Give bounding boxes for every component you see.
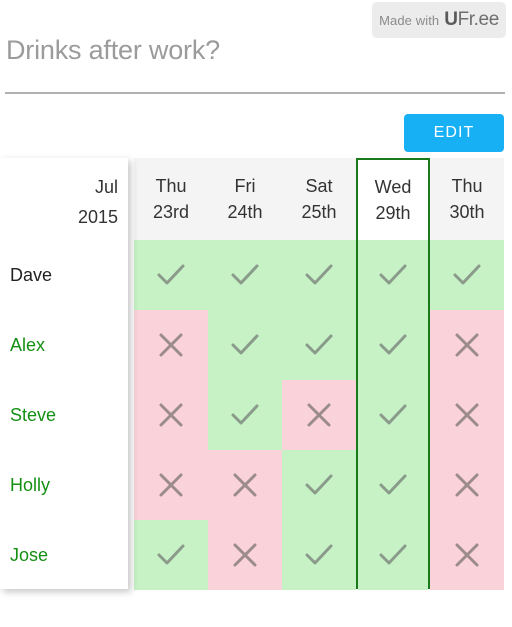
vote-cell-available[interactable]: [282, 450, 356, 520]
cross-icon: [454, 402, 480, 428]
check-icon: [230, 403, 260, 427]
cross-icon: [454, 542, 480, 568]
check-icon: [304, 473, 334, 497]
day-of-month-label: 24th: [227, 202, 263, 222]
day-of-week-label: Thu: [155, 176, 187, 196]
participant-name-cell: Alex: [10, 310, 122, 380]
corner-year: 2015: [77, 207, 118, 227]
check-icon: [378, 473, 408, 497]
participant-name-label: Dave: [10, 264, 53, 285]
check-icon: [304, 263, 334, 287]
day-of-week-label: Wed: [374, 177, 412, 197]
vote-cell-unavailable[interactable]: [134, 380, 208, 450]
day-of-week-label: Sat: [305, 176, 333, 196]
cross-icon: [306, 402, 332, 428]
participant-name-label: Alex: [10, 334, 46, 355]
corner-month: Jul: [94, 177, 118, 197]
day-of-month-label: 23rd: [152, 202, 190, 222]
check-icon: [230, 333, 260, 357]
day-column-cells: [430, 240, 504, 590]
day-column-cells: [134, 240, 208, 590]
check-icon: [378, 263, 408, 287]
vote-cell-unavailable[interactable]: [430, 310, 504, 380]
check-icon: [452, 263, 482, 287]
participant-name-cell: Dave: [10, 240, 122, 310]
vote-cell-available[interactable]: [430, 240, 504, 310]
participant-name-label: Jose: [10, 544, 49, 565]
check-icon: [304, 543, 334, 567]
vote-cell-available[interactable]: [208, 240, 282, 310]
vote-cell-available[interactable]: [358, 520, 428, 590]
edit-button[interactable]: EDIT: [404, 114, 504, 152]
vote-cell-available[interactable]: [282, 240, 356, 310]
participant-name-cell: Steve: [10, 380, 122, 450]
name-column: Jul 2015 Dave Alex Steve Holly Jose: [0, 158, 128, 589]
vote-cell-available[interactable]: [282, 520, 356, 590]
cross-icon: [454, 332, 480, 358]
check-icon: [378, 333, 408, 357]
check-icon: [230, 263, 260, 287]
vote-cell-available[interactable]: [208, 380, 282, 450]
participant-name-cell: Holly: [10, 450, 122, 520]
vote-cell-unavailable[interactable]: [208, 450, 282, 520]
day-column-cells: [208, 240, 282, 590]
day-of-month-label: 29th: [375, 203, 411, 223]
day-column-header[interactable]: Wed 29th: [356, 158, 430, 240]
participant-name-label: Steve: [10, 404, 57, 425]
day-of-month-label: 25th: [301, 202, 337, 222]
vote-cell-unavailable[interactable]: [208, 520, 282, 590]
vote-cell-available[interactable]: [358, 380, 428, 450]
corner-month-year-cell: Jul 2015: [78, 172, 118, 232]
check-icon: [156, 543, 186, 567]
vote-cell-available[interactable]: [358, 240, 428, 310]
vote-cell-unavailable[interactable]: [134, 450, 208, 520]
day-column-cells: [282, 240, 356, 590]
cross-icon: [454, 472, 480, 498]
day-of-month-label: 30th: [449, 202, 485, 222]
made-with-label: Made with: [379, 12, 440, 28]
ufree-brand-rest: Fr.ee: [457, 9, 500, 30]
ufree-brand-initial: U: [444, 9, 458, 30]
vote-cell-unavailable[interactable]: [282, 380, 356, 450]
ufree-brand-logo: UFr.ee: [444, 9, 499, 31]
check-icon: [156, 263, 186, 287]
participant-name-cell: Jose: [10, 520, 122, 590]
title-divider: [5, 92, 505, 94]
schedule-grid: Thu 23rd Fri 24th Sat 25th Wed 29th Thu 30th Jul …: [0, 158, 512, 590]
day-column-cells: [356, 240, 430, 590]
check-icon: [378, 403, 408, 427]
cross-icon: [158, 402, 184, 428]
check-icon: [378, 543, 408, 567]
check-icon: [304, 333, 334, 357]
vote-cell-unavailable[interactable]: [430, 380, 504, 450]
day-column-header[interactable]: Thu 30th: [430, 158, 504, 240]
day-column-header[interactable]: Fri 24th: [208, 158, 282, 240]
vote-cell-unavailable[interactable]: [430, 450, 504, 520]
vote-cell-available[interactable]: [282, 310, 356, 380]
page-title: Drinks after work?: [6, 35, 220, 65]
day-of-week-label: Fri: [234, 176, 256, 196]
vote-cell-available[interactable]: [358, 450, 428, 520]
cross-icon: [232, 472, 258, 498]
day-column-header[interactable]: Thu 23rd: [134, 158, 208, 240]
day-column-header[interactable]: Sat 25th: [282, 158, 356, 240]
vote-cell-unavailable[interactable]: [430, 520, 504, 590]
participant-name-label: Holly: [10, 474, 51, 495]
vote-cell-unavailable[interactable]: [134, 310, 208, 380]
vote-cell-available[interactable]: [358, 310, 428, 380]
cross-icon: [158, 332, 184, 358]
vote-cell-available[interactable]: [208, 310, 282, 380]
made-with-badge[interactable]: Made with UFr.ee: [372, 2, 506, 38]
vote-cell-available[interactable]: [134, 520, 208, 590]
cross-icon: [158, 472, 184, 498]
vote-cell-available[interactable]: [134, 240, 208, 310]
cross-icon: [232, 542, 258, 568]
day-of-week-label: Thu: [451, 176, 483, 196]
